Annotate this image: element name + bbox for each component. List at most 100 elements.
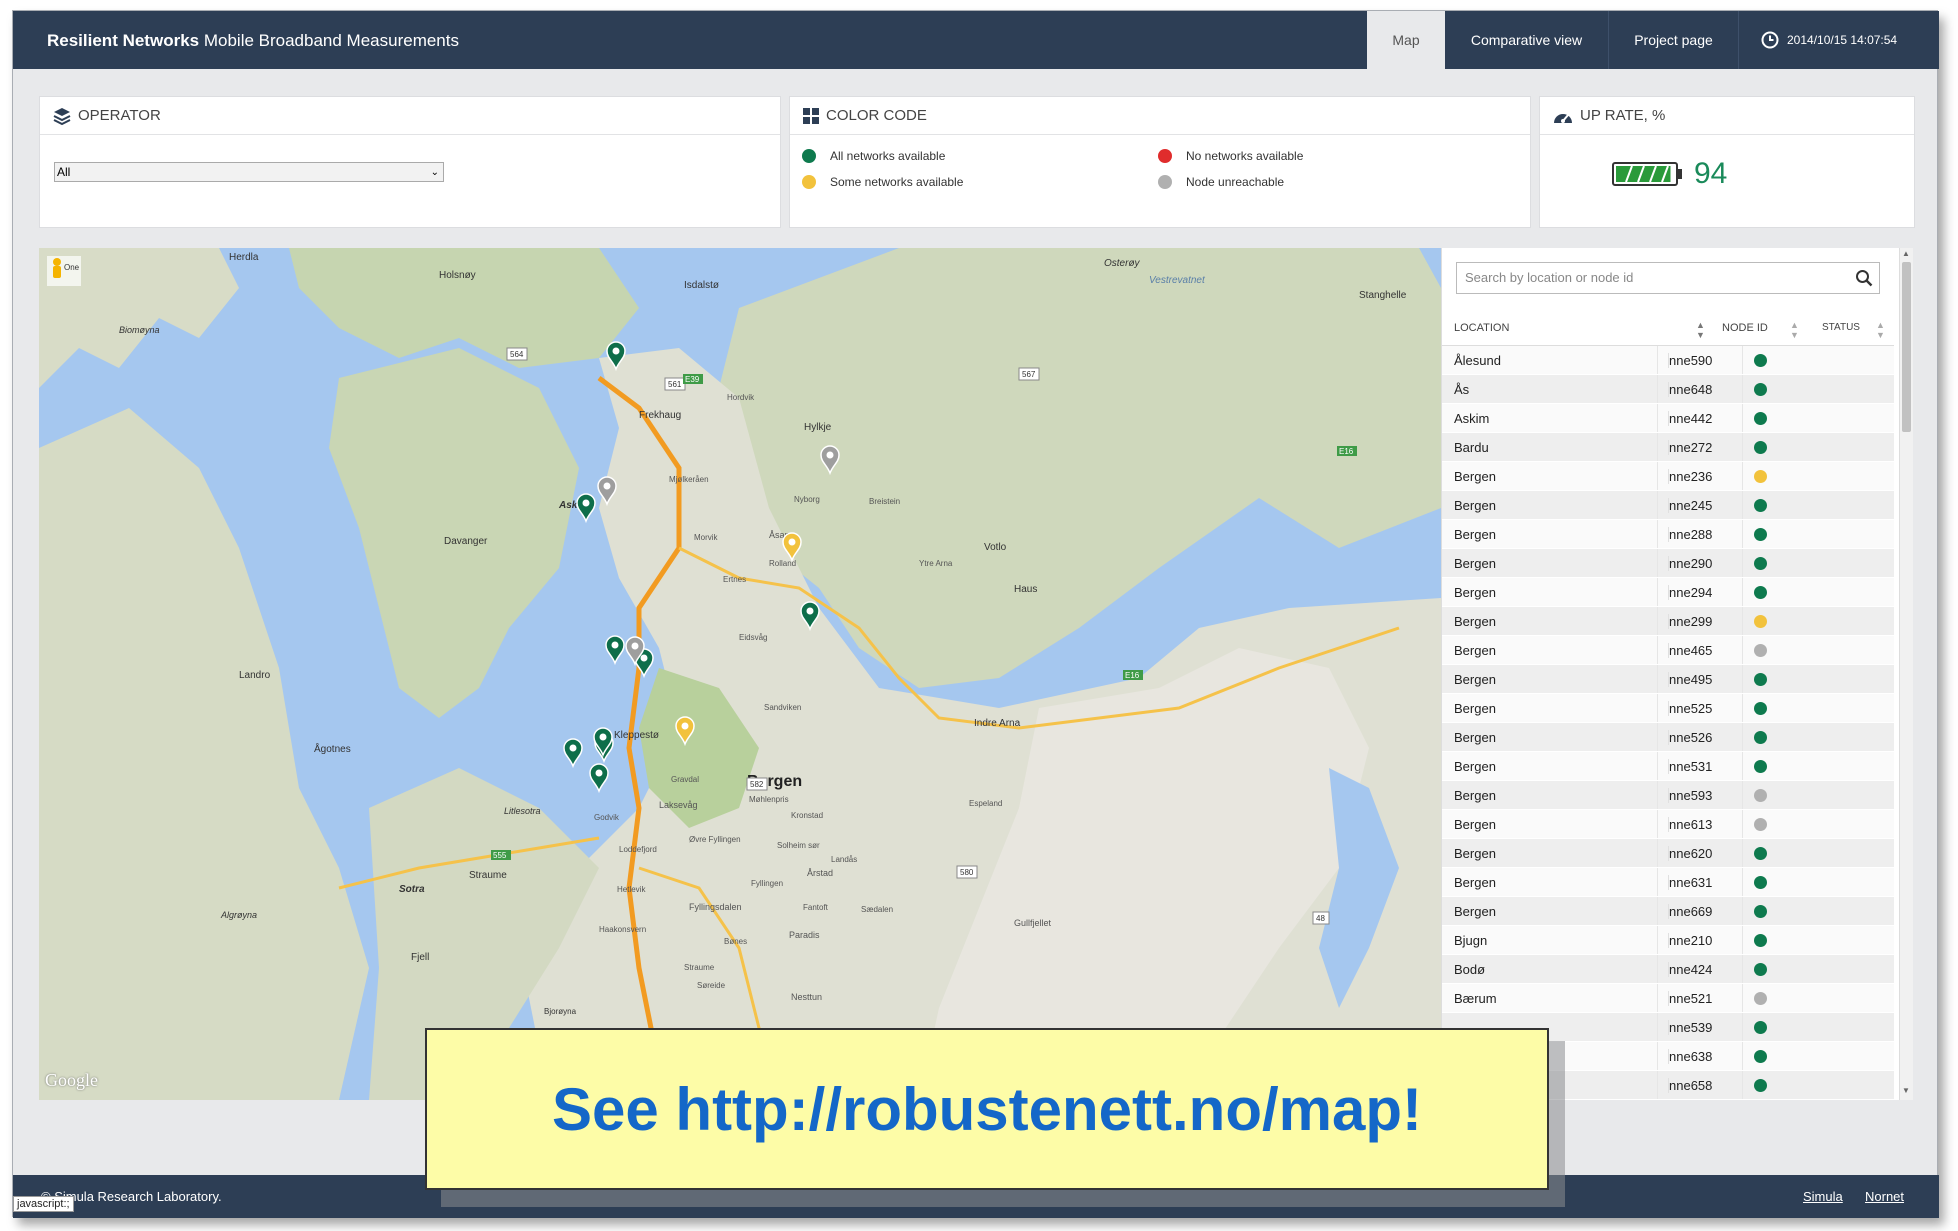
map-canvas[interactable]: Herdla Holsnøy Isdalstø Osterøy Vestreva… — [39, 248, 1441, 1100]
scroll-up-arrow[interactable]: ▲ — [1902, 249, 1910, 258]
scrollbar-thumb[interactable] — [1902, 262, 1911, 432]
table-row[interactable]: Ås nne648 — [1442, 375, 1894, 404]
table-row[interactable]: Bergen nne593 — [1442, 781, 1894, 810]
map-label-haakonsvern: Haakonsvern — [599, 925, 646, 934]
search-input[interactable]: Search by location or node id — [1456, 262, 1880, 294]
search-icon[interactable] — [1855, 269, 1873, 287]
status-dot — [1754, 992, 1767, 1005]
legend-dot — [1158, 175, 1172, 189]
status-dot — [1754, 354, 1767, 367]
legend-unreachable: Node unreachable — [1158, 175, 1284, 189]
tab-map[interactable]: Map — [1367, 11, 1445, 69]
table-row[interactable]: Bergen nne465 — [1442, 636, 1894, 665]
sort-icon[interactable]: ▲ ▼ — [1790, 320, 1799, 340]
table-row[interactable]: Bardu nne272 — [1442, 433, 1894, 462]
scroll-down-arrow[interactable]: ▼ — [1902, 1086, 1910, 1095]
tab-project-page[interactable]: Project page — [1609, 11, 1739, 69]
table-row[interactable]: Bergen nne245 — [1442, 491, 1894, 520]
map-label-osteroy: Osterøy — [1104, 258, 1141, 269]
map-label-mohlenpris: Møhlenpris — [749, 795, 789, 804]
cell-location: Bergen — [1454, 469, 1496, 484]
map-label-landas: Landås — [831, 855, 857, 864]
footer-link-nornet[interactable]: Nornet — [1865, 1189, 1904, 1204]
table-row[interactable]: Bærum nne521 — [1442, 984, 1894, 1013]
tab-comparative-view[interactable]: Comparative view — [1445, 11, 1609, 69]
street-view-pegman[interactable]: One — [47, 256, 81, 286]
operator-select[interactable]: All ⌄ — [54, 162, 444, 182]
cell-location: Bergen — [1454, 585, 1496, 600]
url-callout-banner: See http://robustenett.no/map! — [425, 1028, 1549, 1190]
map-label-paradis: Paradis — [789, 930, 820, 940]
status-dot — [1754, 528, 1767, 541]
cell-node-id: nne620 — [1668, 846, 1713, 861]
road-shield: 555 — [491, 850, 511, 860]
cell-node-id: nne442 — [1668, 411, 1713, 426]
map-label-arstad: Årstad — [807, 868, 833, 878]
cell-node-id: nne593 — [1668, 788, 1713, 803]
map-label-solheim-sor: Solheim sør — [777, 841, 820, 850]
table-row[interactable]: Bergen nne288 — [1442, 520, 1894, 549]
cell-node-id: nne590 — [1668, 353, 1713, 368]
table-row[interactable]: Bergen nne525 — [1442, 694, 1894, 723]
map-label-kleppesto: Kleppestø — [614, 730, 659, 741]
sort-icon[interactable]: ▲ ▼ — [1876, 320, 1885, 340]
table-row[interactable]: Bergen nne236 — [1442, 462, 1894, 491]
svg-text:48: 48 — [1316, 914, 1325, 923]
app-brand[interactable]: Resilient Networks Mobile Broadband Meas… — [47, 31, 459, 51]
table-row[interactable]: Bergen nne495 — [1442, 665, 1894, 694]
map-label-isdalsto: Isdalstø — [684, 280, 719, 291]
table-row[interactable]: Ålesund nne590 — [1442, 346, 1894, 375]
table-row[interactable]: Bergen nne290 — [1442, 549, 1894, 578]
road-shield: 582 — [746, 777, 768, 791]
sort-icon[interactable]: ▲ ▼ — [1696, 320, 1705, 340]
cell-node-id: nne525 — [1668, 701, 1713, 716]
map-label-hordvik: Hordvik — [727, 393, 755, 402]
road-shield: E16 — [1337, 446, 1357, 456]
status-dot — [1754, 1021, 1767, 1034]
cell-location: Bergen — [1454, 614, 1496, 629]
table-row[interactable]: Bergen nne526 — [1442, 723, 1894, 752]
browser-status-bar: javascript:; — [13, 1196, 74, 1212]
legend-some-available: Some networks available — [802, 175, 963, 189]
status-dot — [1754, 470, 1767, 483]
map-label-davanger: Davanger — [444, 536, 488, 547]
map-view[interactable]: Herdla Holsnøy Isdalstø Osterøy Vestreva… — [39, 248, 1441, 1100]
status-dot — [1754, 644, 1767, 657]
table-row[interactable]: Bergen nne631 — [1442, 868, 1894, 897]
table-row[interactable]: Bergen nne613 — [1442, 810, 1894, 839]
map-label-ovre-fyllingen: Øvre Fyllingen — [689, 835, 741, 844]
current-datetime: 2014/10/15 14:07:54 — [1761, 31, 1897, 49]
node-list-scrollbar[interactable]: ▲ ▼ — [1899, 248, 1913, 1100]
cell-location: Bjugn — [1454, 933, 1488, 948]
map-label-straume-south: Straume — [684, 963, 715, 972]
table-row[interactable]: Bjugn nne210 — [1442, 926, 1894, 955]
cell-location: Bergen — [1454, 846, 1496, 861]
map-label-vestrevatnet: Vestrevatnet — [1149, 275, 1206, 286]
legend-dot — [802, 149, 816, 163]
column-header-status[interactable]: STATUS — [1822, 322, 1860, 333]
map-label-loddefjord: Loddefjord — [619, 845, 657, 854]
column-header-node-id[interactable]: NODE ID — [1722, 322, 1768, 334]
table-row[interactable]: Bergen nne531 — [1442, 752, 1894, 781]
table-row[interactable]: Bergen nne669 — [1442, 897, 1894, 926]
footer-link-simula[interactable]: Simula — [1803, 1189, 1843, 1204]
cell-node-id: nne531 — [1668, 759, 1713, 774]
table-row[interactable]: Bodø nne424 — [1442, 955, 1894, 984]
cell-location: Ålesund — [1454, 353, 1501, 368]
layers-icon — [53, 107, 71, 125]
cell-location: Bærum — [1454, 991, 1497, 1006]
column-header-location[interactable]: LOCATION — [1454, 322, 1509, 334]
color-code-panel: COLOR CODE All networks available Some n… — [789, 96, 1531, 228]
table-row[interactable]: Askim nne442 — [1442, 404, 1894, 433]
table-row[interactable]: Bergen nne620 — [1442, 839, 1894, 868]
top-navigation-bar: Resilient Networks Mobile Broadband Meas… — [13, 11, 1939, 69]
map-label-nesttun: Nesttun — [791, 992, 822, 1002]
clock-icon — [1761, 31, 1779, 49]
svg-text:E39: E39 — [685, 375, 700, 384]
map-label-eidsvag: Eidsvåg — [739, 633, 767, 642]
map-label-frekhaug: Frekhaug — [639, 410, 681, 421]
table-row[interactable]: Bergen nne299 — [1442, 607, 1894, 636]
cell-location: Bergen — [1454, 672, 1496, 687]
table-row[interactable]: Bergen nne294 — [1442, 578, 1894, 607]
chevron-down-icon: ⌄ — [430, 166, 439, 178]
